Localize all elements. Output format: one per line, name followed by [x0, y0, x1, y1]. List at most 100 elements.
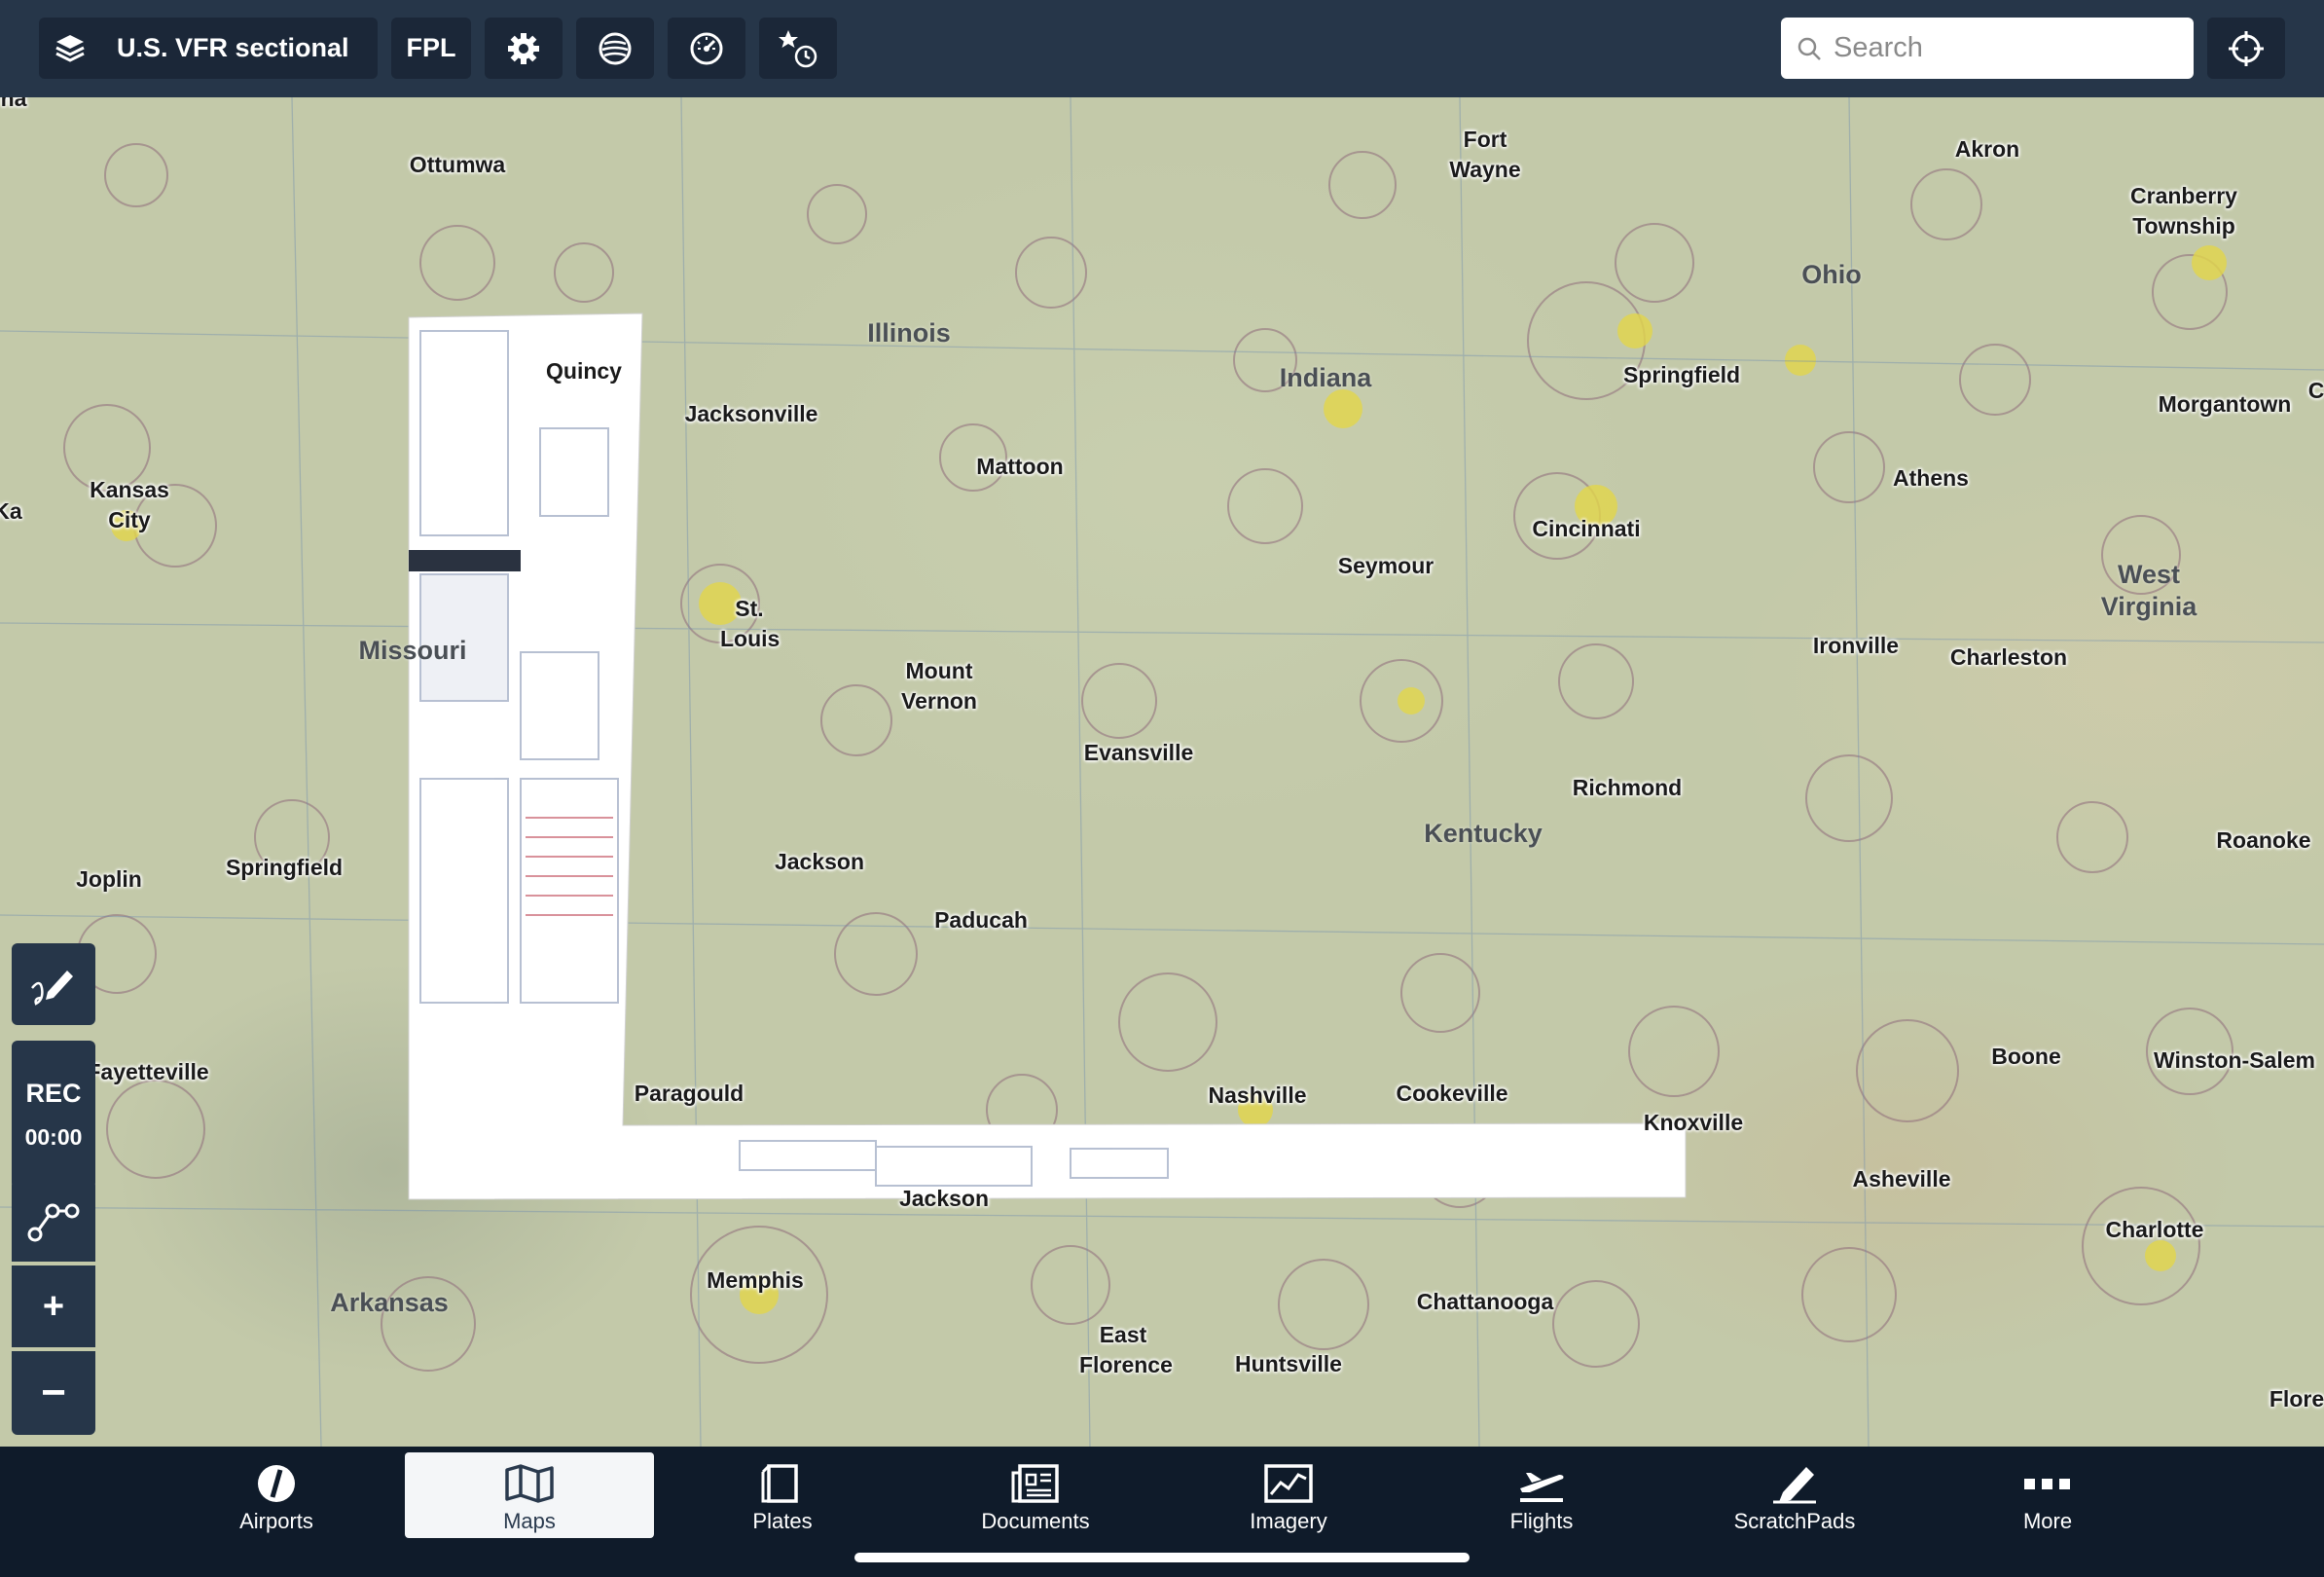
chart-legend-panel [408, 312, 1687, 1200]
city-label: Quincy [546, 358, 622, 384]
city-label: Morgantown [2158, 391, 2292, 417]
city-label: Flore [2269, 1386, 2324, 1412]
city-label: Fayetteville [87, 1059, 209, 1084]
state-label: Kentucky [1424, 819, 1543, 848]
city-label: Ottumwa [409, 152, 506, 177]
tab-airports[interactable]: Airports [152, 1452, 401, 1538]
route-icon [27, 1199, 80, 1242]
pen-scribble-icon [28, 959, 79, 1009]
bottom-tab-bar: Airports Maps Plates Documents Imagery F… [0, 1447, 2324, 1577]
state-label: Missouri [358, 636, 467, 665]
city-label: Jackson [774, 849, 865, 874]
city-label: Roanoke [2216, 827, 2311, 853]
tab-label: Plates [752, 1509, 813, 1533]
wind-globe-icon [597, 30, 634, 67]
city-label: Fort Wayne [1449, 127, 1521, 182]
top-toolbar: U.S. VFR sectional FPL [0, 0, 2324, 97]
city-label: Memphis [707, 1267, 804, 1293]
tab-label: Flights [1509, 1509, 1574, 1533]
scratchpads-icon [1769, 1464, 1820, 1504]
city-label: Springfield [1622, 362, 1741, 387]
state-label: Illinois [867, 318, 951, 348]
settings-button[interactable] [485, 18, 563, 79]
city-label: Kansas City [90, 477, 169, 532]
city-label: Paducah [934, 907, 1028, 933]
zoom-out-button[interactable]: − [12, 1351, 95, 1435]
tab-scratchpads[interactable]: ScratchPads [1670, 1452, 1919, 1538]
search-input[interactable] [1832, 31, 2176, 65]
city-label: Asheville [1852, 1166, 1951, 1192]
map-layer-button[interactable]: U.S. VFR sectional [39, 18, 378, 79]
tab-flights[interactable]: Flights [1417, 1452, 1666, 1538]
sectional-map[interactable]: Illinois Indiana Ohio Missouri Kentucky … [0, 97, 2324, 1447]
favorites-recents-button[interactable] [759, 18, 837, 79]
city-label: Ironville [1812, 633, 1900, 658]
documents-icon [1010, 1464, 1061, 1503]
more-icon [2022, 1464, 2073, 1503]
state-label: Ohio [1801, 260, 1862, 289]
crosshair-icon [2227, 29, 2266, 68]
city-label: Charlotte [2105, 1217, 2204, 1242]
instruments-button[interactable] [668, 18, 745, 79]
route-button[interactable] [12, 1180, 95, 1262]
tab-imagery[interactable]: Imagery [1164, 1452, 1413, 1538]
city-label: C [2307, 378, 2324, 403]
draw-button[interactable] [12, 943, 95, 1025]
city-label: St. Louis [720, 596, 781, 651]
tab-label: More [2022, 1509, 2073, 1533]
tab-label: Airports [239, 1509, 313, 1533]
city-label: Mattoon [976, 454, 1064, 479]
city-label: Boone [1991, 1044, 2061, 1069]
star-clock-icon [777, 27, 819, 70]
city-label: na [0, 97, 27, 111]
city-label: Akron [1954, 136, 2020, 162]
city-label: Evansville [1083, 740, 1194, 765]
rec-label: REC [25, 1079, 82, 1108]
maps-icon [504, 1464, 555, 1503]
city-label: East Florence [1079, 1322, 1173, 1377]
map-layer-label: U.S. VFR sectional [117, 33, 349, 62]
city-label: Athens [1893, 465, 1969, 491]
city-label: Knoxville [1643, 1110, 1744, 1135]
city-label: Paragould [634, 1081, 744, 1106]
gauge-icon [688, 30, 725, 67]
record-track-button[interactable]: REC 00:00 [12, 1041, 95, 1189]
state-label: Indiana [1279, 363, 1372, 392]
city-label: Joplin [76, 866, 142, 892]
fpl-button[interactable]: FPL [391, 18, 471, 79]
city-label: Cookeville [1396, 1081, 1508, 1106]
tab-label: Imagery [1250, 1509, 1327, 1533]
rec-timer: 00:00 [24, 1124, 83, 1150]
city-label: Chattanooga [1416, 1289, 1554, 1314]
tab-label: Maps [503, 1509, 556, 1533]
state-label: Arkansas [330, 1288, 449, 1317]
tab-maps[interactable]: Maps [405, 1452, 654, 1538]
city-label: Cincinnati [1532, 516, 1641, 541]
tab-label: ScratchPads [1733, 1509, 1856, 1533]
city-label: Richmond [1572, 775, 1683, 800]
plates-icon [761, 1464, 804, 1503]
city-label: Nashville [1208, 1082, 1307, 1108]
airports-icon [255, 1464, 298, 1503]
zoom-in-button[interactable]: + [12, 1265, 95, 1347]
city-label: Ka [0, 498, 22, 524]
city-label: Cranberry Township [2130, 183, 2237, 238]
tab-more[interactable]: More [1923, 1452, 2172, 1538]
city-label: Jackson [898, 1186, 990, 1211]
city-label: Huntsville [1235, 1351, 1342, 1376]
state-label: West Virginia [2100, 560, 2197, 621]
gear-icon [506, 31, 541, 66]
tab-documents[interactable]: Documents [911, 1452, 1160, 1538]
city-label: Mount Vernon [901, 658, 977, 714]
home-indicator[interactable] [854, 1553, 1470, 1562]
locate-button[interactable] [2207, 18, 2285, 79]
city-label: Winston-Salem [2154, 1047, 2315, 1073]
layers-icon [53, 31, 88, 66]
search-icon [1797, 36, 1822, 61]
flights-icon [1516, 1464, 1567, 1503]
weather-button[interactable] [576, 18, 654, 79]
city-label: Jacksonville [684, 401, 818, 426]
tab-plates[interactable]: Plates [658, 1452, 907, 1538]
city-label: Springfield [225, 855, 344, 880]
search-box[interactable] [1781, 18, 2194, 79]
